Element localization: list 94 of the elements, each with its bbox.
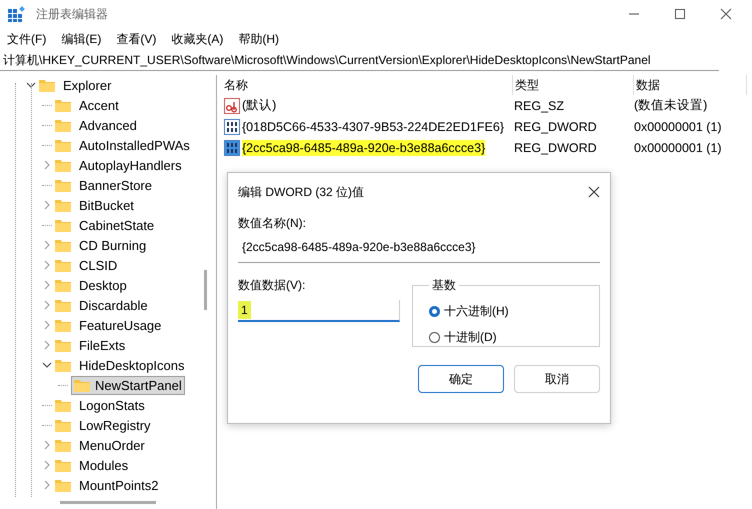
- radio-label[interactable]: 十进制(D): [444, 328, 497, 346]
- tree-item[interactable]: Desktop: [76, 276, 130, 294]
- expand-icon[interactable]: [42, 460, 52, 470]
- value-data-field[interactable]: 1: [238, 300, 400, 322]
- value-type: REG_DWORD: [513, 140, 598, 154]
- ok-button[interactable]: 确定: [418, 365, 504, 393]
- folder-icon: [74, 378, 90, 392]
- expand-icon[interactable]: [42, 440, 52, 450]
- tree-item[interactable]: Advanced: [76, 116, 140, 134]
- column-header[interactable]: 类型: [513, 75, 634, 95]
- tree-item[interactable]: CLSID: [76, 256, 120, 274]
- value-data: (数值未设置): [633, 97, 708, 114]
- expand-icon[interactable]: [42, 200, 52, 210]
- folder-icon: [55, 218, 71, 232]
- folder-icon: [55, 318, 71, 332]
- folder-icon: [55, 138, 71, 152]
- tree-item[interactable]: Modules: [76, 456, 132, 474]
- scrollbar-thumb[interactable]: [204, 270, 207, 310]
- folder-icon: [55, 298, 71, 312]
- folder-icon: [55, 418, 71, 432]
- menu-item[interactable]: 查看(V): [116, 30, 156, 48]
- tree-item-label: NewStartPanel: [95, 378, 182, 392]
- folder-icon: [55, 178, 71, 192]
- folder-icon: [55, 438, 71, 452]
- tree-item[interactable]: MountPoints2: [76, 476, 162, 494]
- tree-item[interactable]: BannerStore: [76, 176, 155, 194]
- cancel-button[interactable]: 取消: [514, 365, 600, 393]
- group-label: 基数: [431, 277, 457, 294]
- tree-item[interactable]: FeatureUsage: [76, 316, 164, 334]
- registry-icon: [8, 6, 26, 22]
- tree-item[interactable]: LogonStats: [76, 396, 148, 414]
- close-icon[interactable]: [720, 8, 732, 20]
- menu-item[interactable]: 编辑(E): [61, 30, 102, 48]
- folder-icon: [55, 478, 71, 492]
- radio-label[interactable]: 十六进制(H): [444, 302, 509, 320]
- tree-item[interactable]: MenuOrder: [76, 436, 148, 454]
- tree-item[interactable]: CabinetState: [76, 216, 158, 234]
- value-type: REG_SZ: [513, 98, 566, 112]
- tree-item[interactable]: Explorer: [60, 76, 114, 94]
- expand-icon[interactable]: [42, 340, 52, 350]
- value-data: 0x00000001 (1): [633, 140, 723, 154]
- value-name-field[interactable]: {2cc5ca98-6485-489a-920e-b3e88a6ccce3}: [238, 238, 600, 263]
- expand-icon[interactable]: [42, 260, 52, 270]
- field-label: 数值数据(V):: [238, 277, 306, 294]
- collapse-icon[interactable]: [26, 80, 36, 90]
- column-header[interactable]: 名称: [222, 75, 513, 95]
- value-name[interactable]: {018D5C66-4533-4307-9B53-224DE2ED1FE6}: [242, 118, 504, 134]
- menu-item[interactable]: 帮助(H): [238, 30, 279, 48]
- collapse-icon[interactable]: [42, 360, 52, 370]
- tree-item[interactable]: FileExts: [76, 336, 128, 354]
- value-data-text: 1: [238, 301, 251, 319]
- folder-icon: [55, 338, 71, 352]
- tree-item[interactable]: AutoplayHandlers: [76, 156, 185, 174]
- tree-item[interactable]: HideDesktopIcons: [76, 356, 188, 374]
- value-type: REG_DWORD: [513, 120, 598, 134]
- expand-icon[interactable]: [42, 280, 52, 290]
- folder-icon: [55, 458, 71, 472]
- value-name[interactable]: (默认): [242, 96, 276, 115]
- expand-icon[interactable]: [42, 480, 52, 490]
- column-header[interactable]: 数据: [634, 75, 747, 95]
- tree-item[interactable]: BitBucket: [76, 196, 137, 214]
- folder-icon: [55, 398, 71, 412]
- expand-icon[interactable]: [42, 240, 52, 250]
- expand-icon[interactable]: [42, 160, 52, 170]
- expand-icon[interactable]: [42, 300, 52, 310]
- folder-icon: [55, 118, 71, 132]
- window-title: 注册表编辑器: [36, 6, 108, 22]
- folder-icon: [55, 278, 71, 292]
- tree-item[interactable]: Discardable: [76, 296, 151, 314]
- menu-item[interactable]: 收藏夹(A): [171, 30, 224, 48]
- value-name[interactable]: {2cc5ca98-6485-489a-920e-b3e88a6ccce3}: [242, 140, 486, 156]
- tree-item[interactable]: Accent: [76, 96, 122, 114]
- radio-button[interactable]: [429, 332, 440, 342]
- folder-icon: [55, 358, 71, 372]
- folder-icon: [39, 78, 55, 92]
- dialog-title: 编辑 DWORD (32 位)值: [238, 184, 364, 200]
- tree-item[interactable]: AutoInstalledPWAs: [76, 136, 193, 154]
- tree-item[interactable]: LowRegistry: [76, 416, 154, 434]
- tree-item[interactable]: NewStartPanel: [71, 376, 185, 394]
- field-label: 数值名称(N):: [238, 215, 307, 232]
- address-bar[interactable]: 计算机\HKEY_CURRENT_USER\Software\Microsoft\Windows\CurrentVersion\Explorer\HideDesktopIcons\NewStartPanel: [0, 50, 719, 71]
- scrollbar-thumb[interactable]: [60, 501, 156, 504]
- expand-icon[interactable]: [42, 320, 52, 330]
- folder-icon: [55, 98, 71, 112]
- folder-icon: [55, 198, 71, 212]
- folder-icon: [55, 258, 71, 272]
- folder-icon: [55, 158, 71, 172]
- folder-icon: [55, 238, 71, 252]
- radio-button[interactable]: [429, 306, 440, 316]
- close-icon[interactable]: [588, 186, 600, 198]
- value-data: 0x00000001 (1): [633, 120, 723, 134]
- maximize-icon[interactable]: [674, 8, 686, 20]
- tree-item[interactable]: CD Burning: [76, 236, 150, 254]
- menu-item[interactable]: 文件(F): [7, 30, 46, 48]
